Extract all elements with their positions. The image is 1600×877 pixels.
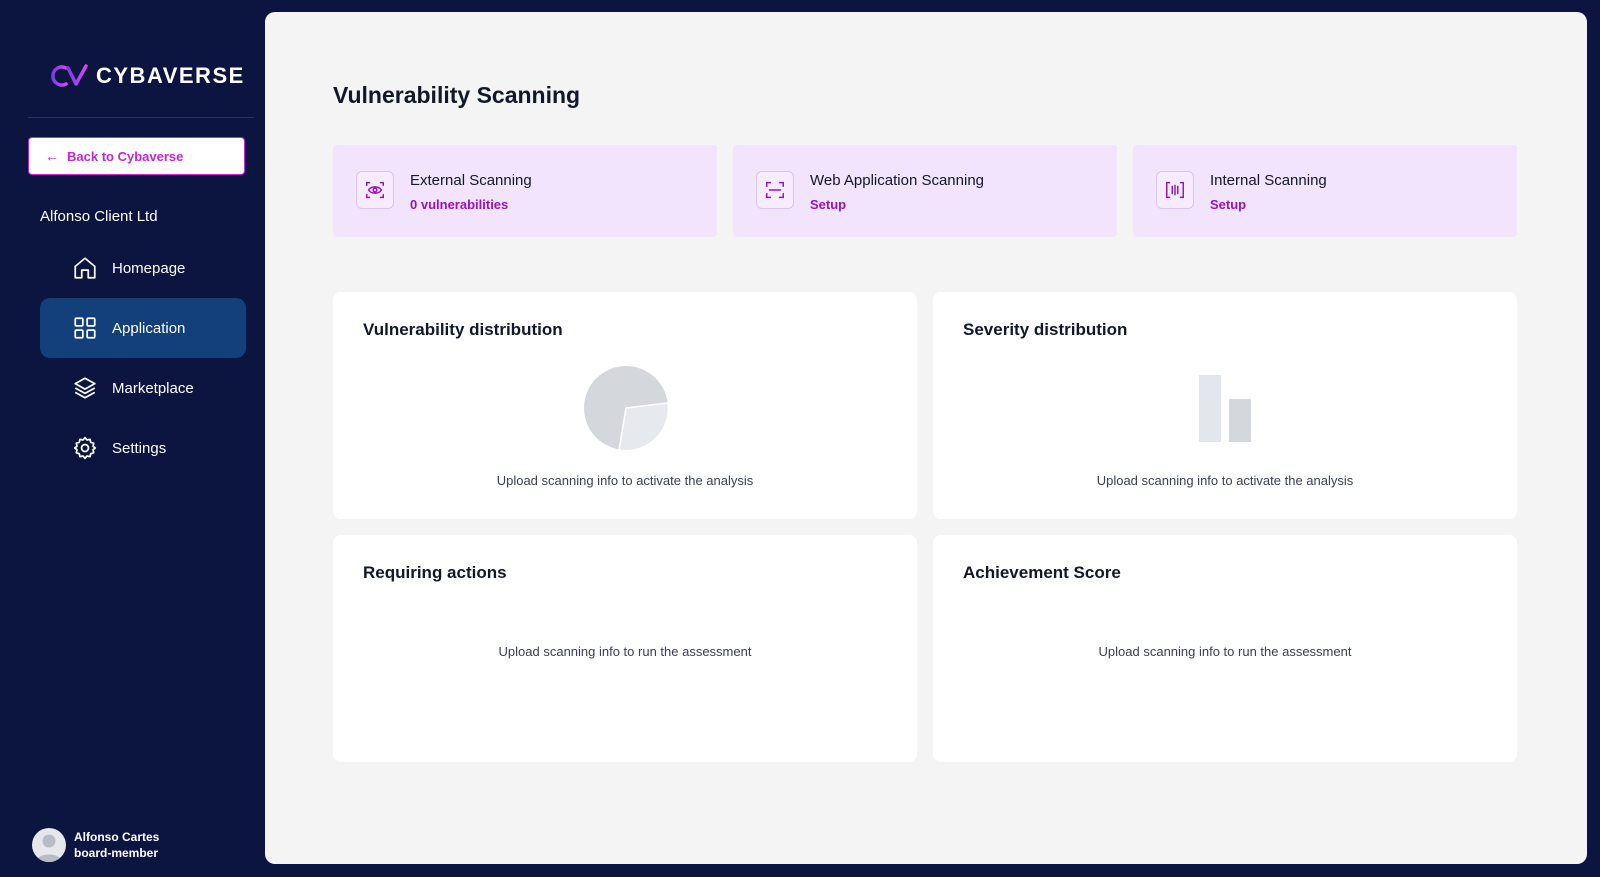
eye-scan-icon [366, 181, 384, 199]
scan-card-external[interactable]: External Scanning 0 vulnerabilities [333, 145, 717, 237]
panel-message: Upload scanning info to activate the ana… [496, 473, 754, 488]
scan-title: Internal Scanning [1210, 172, 1327, 189]
scan-icon-box [356, 171, 394, 209]
user-profile[interactable]: Alfonso Cartes board-member [32, 828, 159, 862]
app: CYBAVERSE ← Back to Cybaverse Alfonso Cl… [0, 0, 1600, 877]
bar-placeholder-icon [1199, 375, 1251, 442]
logo-text: CYBAVERSE [96, 63, 245, 88]
scan-icon-box [1156, 171, 1194, 209]
sidebar-item-marketplace[interactable]: Marketplace [40, 358, 246, 418]
back-to-cybaverse-button[interactable]: ← Back to Cybaverse [28, 137, 245, 175]
user-role: board-member [74, 846, 159, 860]
back-button-label: Back to Cybaverse [67, 148, 184, 164]
scan-icon-box [756, 171, 794, 209]
scan-title: Web Application Scanning [810, 172, 985, 189]
panel-achievement-score: Achievement Score Upload scanning info t… [933, 535, 1517, 762]
panel-message: Upload scanning info to run the assessme… [1098, 644, 1352, 659]
pie-placeholder-icon [584, 366, 669, 451]
sidebar: CYBAVERSE ← Back to Cybaverse Alfonso Cl… [0, 0, 265, 877]
panel-severity-distribution: Severity distribution Upload scanning in… [933, 292, 1517, 519]
panel-title: Vulnerability distribution [363, 320, 563, 339]
barcode-scan-icon [1166, 181, 1184, 199]
sidebar-item-label: Application [112, 319, 186, 337]
sidebar-item-label: Marketplace [112, 379, 194, 397]
frame-scan-icon [766, 181, 784, 199]
scan-setup-link[interactable]: Setup [810, 197, 846, 212]
panel-vulnerability-distribution: Vulnerability distribution Upload scanni… [333, 292, 917, 519]
panel-title: Achievement Score [963, 563, 1121, 582]
panel-title: Severity distribution [963, 320, 1128, 339]
layers-icon [74, 377, 96, 399]
page-title: Vulnerability Scanning [333, 82, 581, 108]
sidebar-item-settings[interactable]: Settings [40, 418, 246, 478]
client-name: Alfonso Client Ltd [40, 208, 158, 225]
arrow-left-icon: ← [45, 148, 59, 164]
scan-card-web-application[interactable]: Web Application Scanning Setup [733, 145, 1117, 237]
panel-message: Upload scanning info to run the assessme… [498, 644, 752, 659]
home-icon [74, 257, 96, 279]
scan-title: External Scanning [410, 172, 532, 189]
logo[interactable]: CYBAVERSE [48, 62, 245, 90]
panel-title: Requiring actions [363, 563, 507, 582]
grid-icon [74, 317, 96, 339]
sidebar-item-homepage[interactable]: Homepage [40, 238, 246, 298]
sidebar-divider [28, 117, 254, 118]
avatar [32, 828, 66, 862]
user-name: Alfonso Cartes [74, 830, 160, 844]
main-content: Vulnerability Scanning External Scanning… [265, 12, 1587, 864]
sidebar-item-application[interactable]: Application [40, 298, 246, 358]
scan-setup-link[interactable]: Setup [1210, 197, 1246, 212]
panel-requiring-actions: Requiring actions Upload scanning info t… [333, 535, 917, 762]
scan-card-internal[interactable]: Internal Scanning Setup [1133, 145, 1517, 237]
cybaverse-logo-icon [51, 64, 88, 87]
scan-status[interactable]: 0 vulnerabilities [410, 197, 508, 212]
sidebar-item-label: Homepage [112, 259, 186, 277]
user-avatar-icon [36, 834, 62, 862]
gear-icon [73, 436, 97, 460]
sidebar-item-label: Settings [112, 439, 167, 457]
panel-message: Upload scanning info to activate the ana… [1096, 473, 1354, 488]
